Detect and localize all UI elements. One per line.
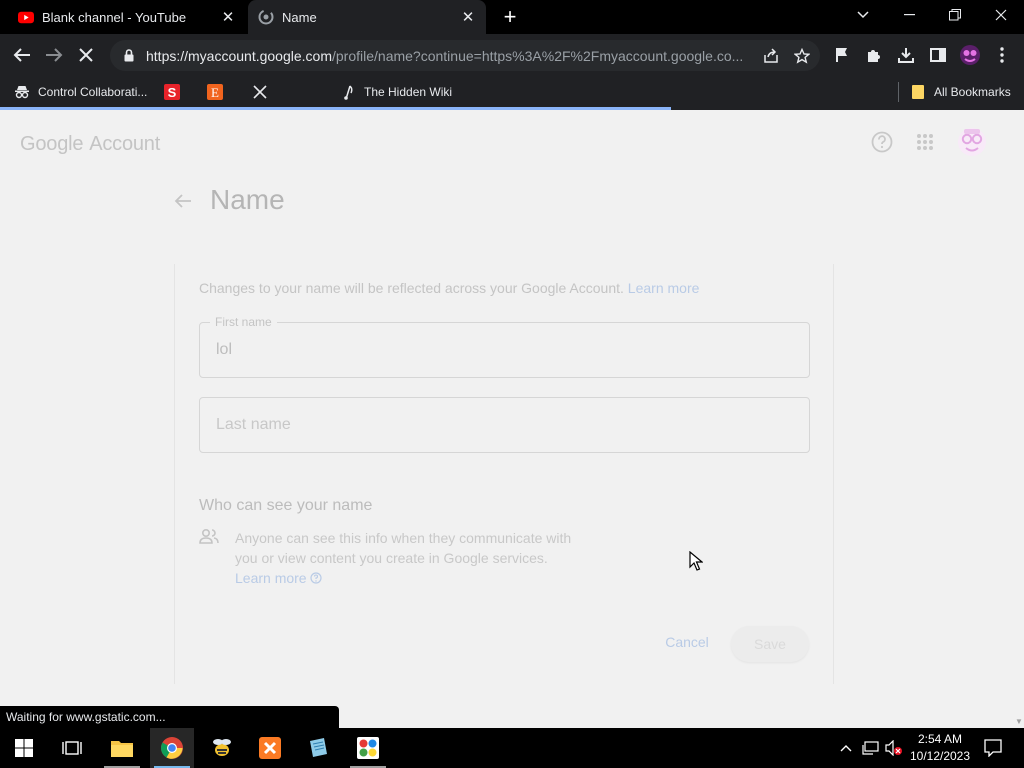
tab-search-icon[interactable] — [840, 0, 886, 30]
network-icon[interactable] — [860, 736, 880, 760]
cancel-button[interactable]: Cancel — [659, 624, 715, 660]
bookmarks-bar: Control Collaborati... S E The Hidden Wi… — [0, 77, 1024, 107]
bookmark-hidden-wiki[interactable]: The Hidden Wiki — [340, 80, 452, 104]
who-can-see-text: Anyone can see this info when they commu… — [235, 528, 595, 589]
new-tab-button[interactable]: + — [498, 5, 522, 29]
google-account-logo[interactable]: Google Account — [20, 130, 160, 156]
url-text[interactable]: https://myaccount.google.com/profile/nam… — [146, 48, 758, 64]
show-hidden-icons-icon[interactable] — [836, 736, 856, 760]
screen: Blank channel - YouTube ✕ Name ✕ + https… — [0, 0, 1024, 768]
side-panel-icon[interactable] — [924, 41, 952, 69]
back-arrow-icon[interactable] — [8, 41, 36, 69]
last-name-field[interactable]: Last name — [199, 397, 810, 453]
account-logo-text: Account — [89, 133, 161, 155]
tab-name[interactable]: Name ✕ — [248, 0, 486, 34]
address-bar[interactable]: https://myaccount.google.com/profile/nam… — [110, 40, 820, 71]
learn-more-link[interactable]: Learn more — [628, 280, 700, 296]
minimize-button[interactable] — [886, 0, 932, 30]
profile-avatar-icon[interactable] — [956, 41, 984, 69]
all-bookmarks-button[interactable]: All Bookmarks — [910, 80, 1011, 104]
close-window-button[interactable] — [978, 0, 1024, 30]
first-name-value[interactable]: lol — [216, 341, 232, 359]
first-name-label: First name — [210, 315, 277, 329]
file-explorer-icon[interactable] — [100, 728, 144, 768]
share-icon[interactable] — [758, 43, 784, 69]
bookmarks-divider — [898, 82, 899, 102]
download-icon[interactable] — [892, 41, 920, 69]
bookmark-control-collaborati[interactable]: Control Collaborati... — [14, 80, 147, 104]
notifications-icon[interactable] — [982, 736, 1004, 760]
back-arrow-icon[interactable] — [172, 190, 194, 212]
url-path: /profile/name?continue=https%3A%2F%2Fmya… — [332, 47, 744, 64]
google-logo-text: Google — [20, 133, 84, 155]
save-button[interactable]: Save — [731, 626, 809, 662]
kebab-menu-icon[interactable] — [988, 41, 1016, 69]
bookmark-star-icon[interactable] — [789, 43, 815, 69]
clock-date: 10/12/2023 — [909, 749, 971, 763]
lock-icon[interactable] — [122, 49, 136, 62]
folder-icon — [910, 84, 926, 100]
page-title: Name — [210, 184, 285, 215]
clock-time: 2:54 AM — [917, 732, 963, 746]
paint-app-icon[interactable] — [346, 728, 390, 768]
extensions-puzzle-icon[interactable] — [860, 41, 888, 69]
help-icon[interactable] — [870, 130, 894, 154]
last-name-placeholder: Last name — [216, 416, 291, 433]
svg-text:S: S — [168, 85, 177, 100]
incognito-icon — [14, 84, 30, 100]
all-bookmarks-label: All Bookmarks — [934, 85, 1011, 99]
bookmark-e[interactable]: E — [207, 80, 231, 104]
url-host: https://myaccount.google.com — [146, 47, 332, 64]
youtube-icon — [18, 9, 34, 25]
status-bubble: Waiting for www.gstatic.com... — [0, 706, 339, 728]
who-can-see-title: Who can see your name — [199, 497, 373, 514]
name-description: Changes to your name will be reflected a… — [199, 280, 699, 296]
chrome-sync-icon — [258, 9, 274, 25]
stop-loading-icon[interactable] — [72, 41, 100, 69]
system-clock[interactable]: 2:54 AM 10/12/2023 — [902, 731, 978, 765]
windows-start-icon[interactable] — [2, 728, 46, 768]
tab-strip: Blank channel - YouTube ✕ Name ✕ + — [0, 0, 1024, 34]
tab-title: Blank channel - YouTube — [42, 9, 187, 25]
chrome-taskbar-icon[interactable] — [150, 728, 194, 768]
bookmark-s[interactable]: S — [164, 80, 188, 104]
wiki-icon — [340, 84, 356, 100]
bee-app-icon[interactable] — [200, 728, 244, 768]
tab-title: Name — [282, 9, 317, 25]
page-scrollbar[interactable]: ▼ — [1014, 110, 1024, 728]
apps-grid-icon[interactable] — [913, 130, 937, 154]
first-name-field[interactable]: First name lol — [199, 315, 810, 378]
windows-taskbar: 2:54 AM 10/12/2023 — [0, 728, 1024, 768]
x-logo-icon — [252, 84, 268, 100]
bookmark-label: Control Collaborati... — [38, 85, 148, 99]
mouse-cursor-icon — [689, 550, 704, 571]
people-icon — [199, 528, 219, 548]
flag-icon[interactable] — [828, 41, 856, 69]
xampp-icon[interactable] — [248, 728, 292, 768]
close-tab-icon[interactable]: ✕ — [456, 5, 480, 29]
account-avatar-icon[interactable] — [956, 126, 988, 158]
e-logo-icon: E — [207, 84, 223, 100]
tab-youtube[interactable]: Blank channel - YouTube ✕ — [8, 0, 246, 34]
google-account-page: Google Account Name Changes to your name… — [0, 110, 1014, 728]
who-text: Anyone can see this info when they commu… — [235, 530, 572, 566]
forward-arrow-icon[interactable] — [40, 41, 68, 69]
bookmark-x[interactable] — [252, 80, 276, 104]
who-learn-more-link[interactable]: Learn more — [235, 570, 307, 586]
scroll-down-icon[interactable]: ▼ — [1015, 717, 1023, 726]
name-form-card: Changes to your name will be reflected a… — [174, 264, 834, 684]
s-logo-icon: S — [164, 84, 180, 100]
svg-text:E: E — [211, 85, 219, 100]
volume-muted-icon[interactable] — [884, 736, 904, 760]
info-circle-icon — [310, 569, 323, 589]
notepad-app-icon[interactable] — [296, 728, 340, 768]
task-view-icon[interactable] — [50, 728, 94, 768]
close-tab-icon[interactable]: ✕ — [216, 5, 240, 29]
bookmark-label: The Hidden Wiki — [364, 85, 453, 99]
description-text: Changes to your name will be reflected a… — [199, 280, 624, 296]
restore-button[interactable] — [932, 0, 978, 30]
